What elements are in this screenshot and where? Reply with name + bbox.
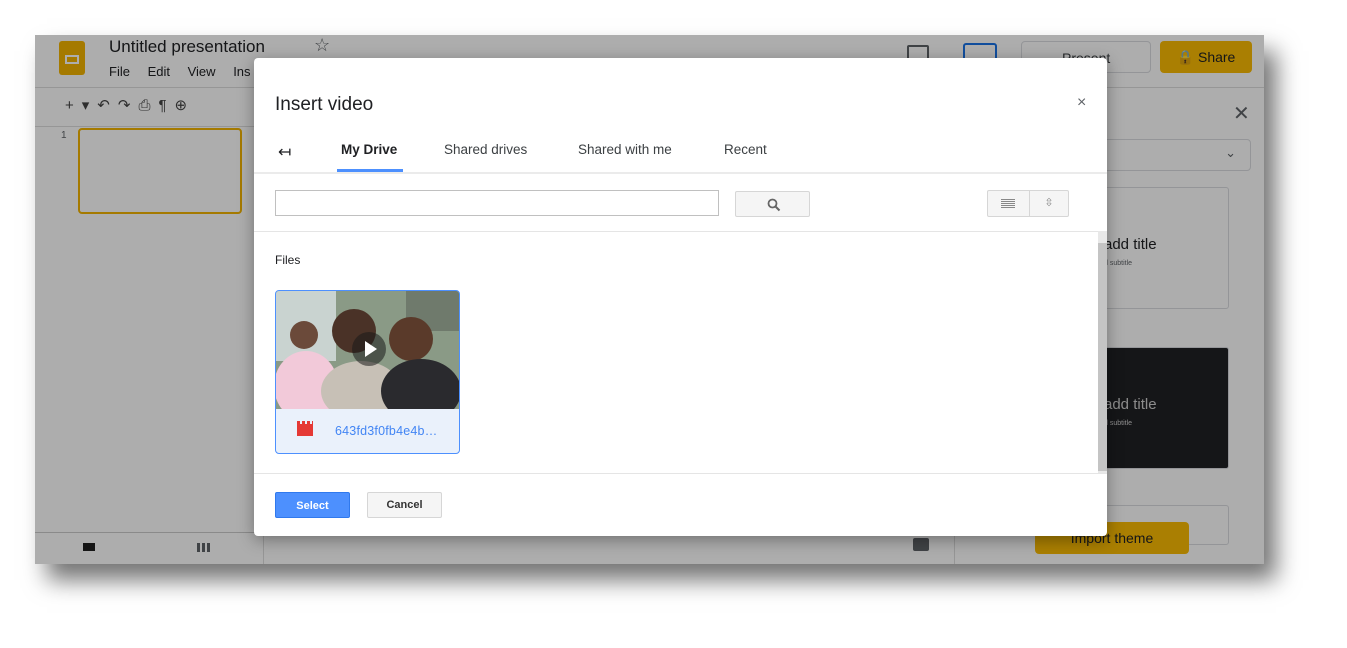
tab-shared-drives[interactable]: Shared drives	[444, 142, 527, 157]
insert-video-dialog: Insert video × ↤ My Drive Shared drives …	[254, 58, 1107, 536]
back-arrow-icon[interactable]: ↤	[278, 142, 291, 162]
list-view-icon[interactable]	[988, 191, 1030, 216]
view-toggle-group: ⇳	[987, 190, 1069, 217]
video-thumbnail	[276, 291, 459, 409]
sort-icon[interactable]: ⇳	[1030, 191, 1068, 216]
video-file-icon	[297, 421, 313, 436]
select-button[interactable]: Select	[275, 492, 350, 518]
file-info-row: 643fd3f0fb4e4b…	[276, 409, 459, 453]
close-icon[interactable]: ×	[1077, 94, 1086, 112]
tab-recent[interactable]: Recent	[724, 142, 767, 157]
footer-divider	[254, 473, 1107, 474]
cancel-button[interactable]: Cancel	[367, 492, 442, 518]
search-input[interactable]	[275, 190, 719, 216]
file-card-video[interactable]: 643fd3f0fb4e4b…	[275, 290, 460, 454]
search-bar-divider	[254, 231, 1107, 232]
scrollbar[interactable]	[1098, 231, 1107, 473]
dialog-title: Insert video	[275, 94, 374, 115]
play-icon[interactable]	[352, 332, 386, 366]
tab-shared-with-me[interactable]: Shared with me	[578, 142, 672, 157]
file-name: 643fd3f0fb4e4b…	[335, 424, 438, 438]
search-icon	[767, 198, 781, 212]
scrollbar-thumb[interactable]	[1098, 243, 1107, 471]
search-button[interactable]	[735, 191, 810, 217]
header-divider	[254, 172, 1107, 174]
files-section-label: Files	[275, 253, 301, 267]
tab-my-drive[interactable]: My Drive	[341, 142, 397, 157]
